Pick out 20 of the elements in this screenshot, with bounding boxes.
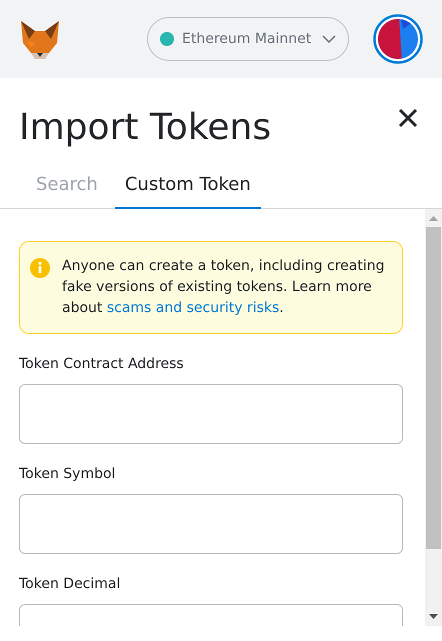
scrollbar[interactable]	[425, 209, 442, 626]
tab[interactable]: Custom Token	[114, 162, 261, 209]
account-avatar[interactable]	[373, 14, 423, 64]
scroll-down-icon[interactable]	[429, 614, 438, 620]
chevron-down-icon	[322, 35, 336, 43]
input-field[interactable]	[19, 494, 403, 554]
network-selector[interactable]: Ethereum Mainnet	[147, 17, 349, 61]
fox-logo-icon	[19, 19, 61, 59]
field-label: Token Symbol	[19, 465, 116, 484]
scroll-up-icon[interactable]	[429, 215, 438, 221]
page-title: Import Tokens	[19, 106, 272, 150]
field-label: Token Contract Address	[19, 355, 185, 374]
input-field[interactable]	[19, 384, 403, 444]
field-label: Token Decimal	[19, 575, 122, 594]
network-name: Ethereum Mainnet	[182, 30, 312, 48]
scams-link[interactable]: scams and security risks	[106, 300, 280, 316]
tab[interactable]: Search	[19, 162, 115, 209]
info-icon	[30, 258, 50, 278]
close-icon[interactable]	[398, 108, 418, 128]
warning-text: Anyone can create a token, including creating fake versions of existing tokens. Learn more about scams and security risks.	[62, 257, 386, 318]
